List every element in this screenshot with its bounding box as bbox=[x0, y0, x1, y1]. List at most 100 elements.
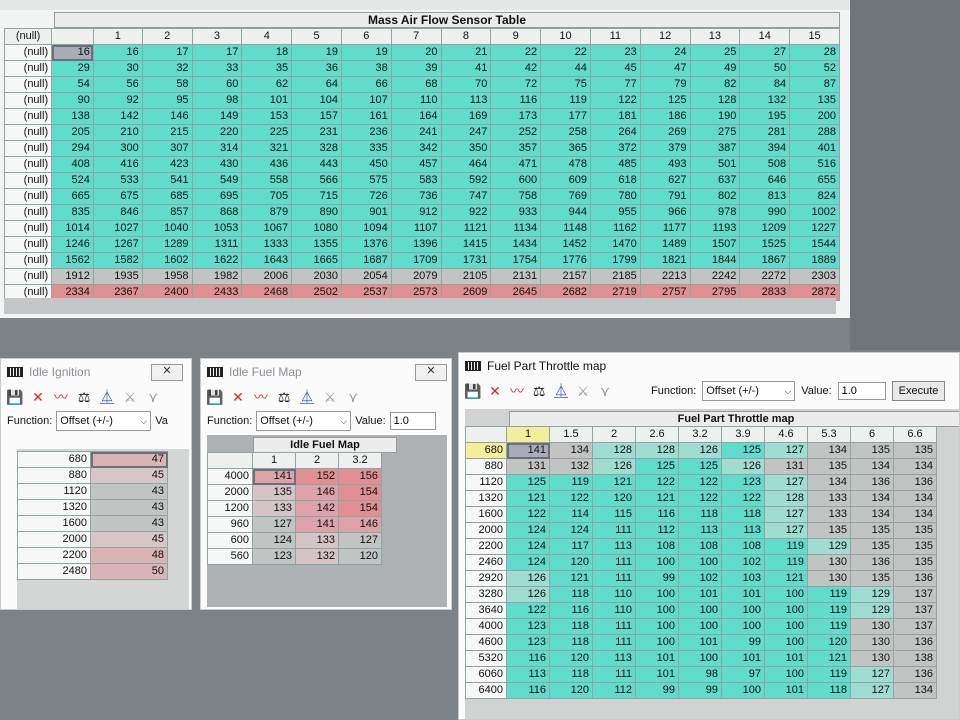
table-cell[interactable]: 1209 bbox=[739, 220, 791, 237]
table-cell[interactable]: 685 bbox=[141, 188, 193, 205]
table-cell[interactable]: 98 bbox=[678, 666, 722, 683]
table-cell[interactable]: 120 bbox=[338, 548, 382, 565]
row-header[interactable]: 680 bbox=[465, 442, 507, 459]
table-cell[interactable]: 2006 bbox=[241, 268, 293, 285]
table-cell[interactable]: 549 bbox=[191, 172, 243, 189]
row-header[interactable]: 680 bbox=[17, 451, 91, 468]
table-cell[interactable]: 1289 bbox=[141, 236, 193, 253]
table-cell[interactable]: 524 bbox=[51, 172, 94, 189]
table-cell[interactable]: 769 bbox=[540, 188, 591, 205]
table-cell[interactable]: 146 bbox=[295, 484, 339, 501]
table-cell[interactable]: 1912 bbox=[51, 268, 94, 285]
table-cell[interactable]: 114 bbox=[549, 506, 593, 523]
row-header[interactable]: 5320 bbox=[465, 650, 507, 667]
table-cell[interactable]: 130 bbox=[807, 570, 851, 587]
table-cell[interactable]: 1602 bbox=[141, 252, 193, 269]
table-cell[interactable]: 128 bbox=[592, 442, 636, 459]
table-cell[interactable]: 1415 bbox=[440, 236, 492, 253]
table-cell[interactable]: 118 bbox=[721, 506, 765, 523]
table-cell[interactable]: 134 bbox=[893, 682, 937, 699]
table-cell[interactable]: 152 bbox=[295, 468, 339, 485]
table-cell[interactable]: 95 bbox=[141, 92, 193, 109]
table-cell[interactable]: 122 bbox=[549, 490, 593, 507]
table-cell[interactable]: 357 bbox=[490, 140, 542, 157]
table-cell[interactable]: 21 bbox=[440, 44, 492, 61]
row-header[interactable]: (null) bbox=[3, 60, 53, 77]
table-cell[interactable]: 43 bbox=[90, 515, 168, 532]
table-cell[interactable]: 715 bbox=[291, 188, 342, 205]
table-cell[interactable]: 110 bbox=[592, 602, 636, 619]
fuel-pt-titlebar[interactable]: Fuel Part Throttle map bbox=[459, 353, 959, 379]
scale-icon[interactable]: ⚔ bbox=[122, 389, 138, 405]
table-cell[interactable]: 130 bbox=[850, 618, 894, 635]
table-cell[interactable]: 50 bbox=[90, 563, 168, 580]
table-cell[interactable]: 485 bbox=[589, 156, 641, 173]
table-cell[interactable]: 1376 bbox=[340, 236, 392, 253]
table-cell[interactable]: 1935 bbox=[92, 268, 143, 285]
table-cell[interactable]: 156 bbox=[338, 468, 382, 485]
table-cell[interactable]: 609 bbox=[540, 172, 591, 189]
table-cell[interactable]: 157 bbox=[291, 108, 342, 125]
table-cell[interactable]: 127 bbox=[850, 682, 894, 699]
table-cell[interactable]: 758 bbox=[490, 188, 542, 205]
triangle-icon[interactable]: ⏅ bbox=[299, 389, 315, 405]
table-cell[interactable]: 22 bbox=[490, 44, 542, 61]
table-cell[interactable]: 1776 bbox=[540, 252, 591, 269]
table-cell[interactable]: 1434 bbox=[490, 236, 542, 253]
table-cell[interactable]: 138 bbox=[51, 108, 94, 125]
table-cell[interactable]: 137 bbox=[893, 602, 937, 619]
row-header[interactable]: (null) bbox=[3, 156, 53, 173]
table-cell[interactable]: 328 bbox=[291, 140, 342, 157]
table-cell[interactable]: 136 bbox=[893, 474, 937, 491]
table-cell[interactable]: 35 bbox=[241, 60, 293, 77]
table-cell[interactable]: 118 bbox=[807, 682, 851, 699]
table-cell[interactable]: 100 bbox=[678, 618, 722, 635]
table-cell[interactable]: 16 bbox=[92, 44, 143, 61]
row-header[interactable]: 1200 bbox=[207, 500, 253, 517]
row-header[interactable]: 2200 bbox=[465, 538, 507, 555]
table-cell[interactable]: 130 bbox=[850, 650, 894, 667]
table-cell[interactable]: 173 bbox=[490, 108, 542, 125]
table-cell[interactable]: 142 bbox=[295, 500, 339, 517]
table-cell[interactable]: 161 bbox=[340, 108, 392, 125]
table-cell[interactable]: 111 bbox=[592, 666, 636, 683]
row-header[interactable]: (null) bbox=[3, 236, 53, 253]
table-cell[interactable]: 113 bbox=[440, 92, 492, 109]
row-header[interactable]: (null) bbox=[3, 92, 53, 109]
table-cell[interactable]: 1053 bbox=[191, 220, 243, 237]
table-cell[interactable]: 169 bbox=[440, 108, 492, 125]
table-cell[interactable]: 130 bbox=[850, 634, 894, 651]
table-cell[interactable]: 1958 bbox=[141, 268, 193, 285]
table-cell[interactable]: 128 bbox=[689, 92, 741, 109]
table-cell[interactable]: 138 bbox=[893, 650, 937, 667]
table-cell[interactable]: 30 bbox=[92, 60, 143, 77]
table-cell[interactable]: 802 bbox=[689, 188, 741, 205]
table-cell[interactable]: 1507 bbox=[689, 236, 741, 253]
table-cell[interactable]: 2157 bbox=[540, 268, 591, 285]
table-cell[interactable]: 116 bbox=[506, 650, 550, 667]
delete-icon[interactable]: ✕ bbox=[487, 383, 503, 399]
table-cell[interactable]: 2131 bbox=[490, 268, 542, 285]
table-cell[interactable]: 281 bbox=[739, 124, 791, 141]
table-cell[interactable]: 149 bbox=[191, 108, 243, 125]
table-cell[interactable]: 116 bbox=[635, 506, 679, 523]
table-cell[interactable]: 17 bbox=[191, 44, 243, 61]
table-cell[interactable]: 117 bbox=[549, 538, 593, 555]
table-cell[interactable]: 130 bbox=[807, 554, 851, 571]
table-cell[interactable]: 101 bbox=[764, 650, 808, 667]
table-cell[interactable]: 23 bbox=[589, 44, 641, 61]
table-cell[interactable]: 134 bbox=[893, 458, 937, 475]
table-cell[interactable]: 113 bbox=[678, 522, 722, 539]
table-cell[interactable]: 215 bbox=[141, 124, 193, 141]
table-cell[interactable]: 154 bbox=[338, 484, 382, 501]
table-cell[interactable]: 111 bbox=[592, 634, 636, 651]
table-cell[interactable]: 126 bbox=[506, 586, 550, 603]
table-cell[interactable]: 119 bbox=[807, 602, 851, 619]
table-cell[interactable]: 113 bbox=[592, 650, 636, 667]
table-cell[interactable]: 1002 bbox=[789, 204, 840, 221]
save-icon[interactable]: 💾 bbox=[464, 383, 481, 399]
table-cell[interactable]: 416 bbox=[92, 156, 143, 173]
table-cell[interactable]: 190 bbox=[689, 108, 741, 125]
table-cell[interactable]: 120 bbox=[807, 634, 851, 651]
table-cell[interactable]: 100 bbox=[678, 554, 722, 571]
